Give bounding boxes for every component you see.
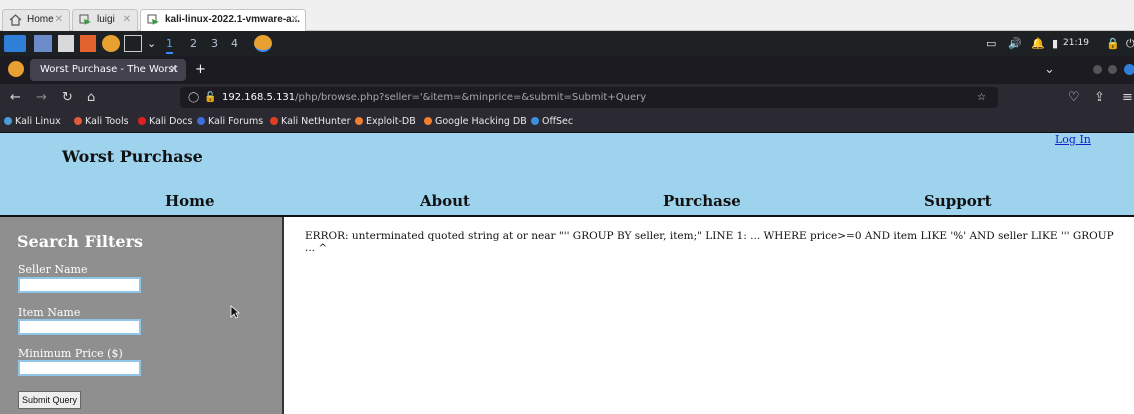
price-label: Minimum Price ($) (18, 347, 123, 360)
close-icon[interactable]: ✕ (123, 10, 131, 30)
bookmark-kali-tools[interactable]: Kali Tools (74, 115, 129, 129)
vmware-tab-strip: Home ✕ luigi ✕ kali-linux-2022.1-vmware-… (0, 0, 1134, 31)
browser-tab-title: Worst Purchase - The Worst (40, 64, 178, 75)
close-icon[interactable]: ✕ (291, 10, 299, 30)
nav-purchase[interactable]: Purchase (663, 192, 741, 210)
insecure-lock-icon[interactable]: 🔓 (204, 87, 216, 108)
bookmark-kali-linux[interactable]: Kali Linux (4, 115, 61, 129)
kali-dragon-icon (4, 117, 12, 125)
display-icon[interactable]: ▭ (986, 35, 996, 52)
nav-support[interactable]: Support (924, 192, 992, 210)
submit-query-button[interactable]: Submit Query (18, 391, 82, 409)
terminal-icon[interactable] (124, 35, 142, 52)
web-page: Worst Purchase Log In Home About Purchas… (0, 133, 1134, 414)
item-input[interactable] (18, 319, 141, 335)
kali-top-panel: ⌄ 1 2 3 4 ▭ 🔊 🔔 ▮ 21:19 🔒 ⏻ (0, 31, 1134, 56)
power-icon[interactable]: ⏻ (1126, 35, 1134, 52)
bookmarks-toolbar: Kali Linux Kali Tools Kali Docs Kali For… (0, 111, 1134, 133)
vm-tab-home[interactable]: Home ✕ (2, 9, 70, 31)
hamburger-menu-icon[interactable]: ≡ (1122, 89, 1133, 106)
file-manager-icon[interactable] (58, 35, 74, 52)
bookmark-google-hacking-db[interactable]: Google Hacking DB (424, 115, 527, 129)
bookmark-kali-nethunter[interactable]: Kali NetHunter (270, 115, 351, 129)
close-tab-icon[interactable]: ✕ (170, 59, 178, 81)
kali-tools-icon (74, 117, 82, 125)
offsec-icon (531, 117, 539, 125)
text-editor-icon[interactable] (80, 35, 96, 52)
mouse-cursor-icon (230, 305, 240, 319)
vm-tab-luigi[interactable]: luigi ✕ (72, 9, 138, 31)
seller-input[interactable] (18, 277, 141, 293)
browser-tab-bar: Worst Purchase - The Worst ✕ + ⌄ (0, 56, 1134, 84)
seller-label: Seller Name (18, 263, 88, 276)
pocket-icon[interactable]: ♡ (1068, 89, 1080, 106)
bookmark-exploit-db[interactable]: Exploit-DB (355, 115, 416, 129)
site-title: Worst Purchase (62, 147, 203, 166)
reload-icon[interactable]: ↻ (62, 89, 73, 106)
nethunter-icon (270, 117, 278, 125)
filters-title: Search Filters (17, 232, 143, 251)
volume-icon[interactable]: 🔊 (1008, 35, 1022, 52)
maximize-icon[interactable] (1108, 65, 1117, 74)
item-label: Item Name (18, 306, 81, 319)
workspace-1[interactable]: 1 (166, 35, 173, 54)
workspace-2[interactable]: 2 (190, 35, 197, 52)
error-caret-line: ... ^ (305, 242, 328, 254)
vm-icon (147, 14, 159, 25)
minimize-icon[interactable] (1093, 65, 1102, 74)
kali-menu-icon[interactable] (4, 35, 26, 52)
bookmark-kali-docs[interactable]: Kali Docs (138, 115, 192, 129)
chevron-down-icon[interactable]: ⌄ (147, 35, 156, 52)
exploit-db-icon (355, 117, 363, 125)
shield-icon[interactable]: ◯ (188, 87, 199, 108)
url-path: /php/browse.php?seller='&item=&minprice=… (295, 92, 647, 103)
vm-tab-label: kali-linux-2022.1-vmware-a... (165, 14, 301, 25)
vm-tab-label: Home (27, 14, 54, 25)
forward-icon[interactable]: → (36, 89, 47, 106)
bookmark-kali-forums[interactable]: Kali Forums (197, 115, 263, 129)
workspace-4[interactable]: 4 (231, 35, 238, 52)
battery-icon: ▮ (1052, 37, 1059, 50)
vm-tab-label: luigi (97, 14, 115, 25)
back-icon[interactable]: ← (10, 89, 21, 106)
close-icon[interactable]: ✕ (55, 10, 63, 30)
firefox-view-icon[interactable] (8, 61, 24, 77)
notification-bell-icon[interactable]: 🔔 (1031, 35, 1045, 52)
site-header: Worst Purchase Log In Home About Purchas… (0, 133, 1134, 215)
bookmark-offsec[interactable]: OffSec (531, 115, 573, 129)
clock[interactable]: 21:19 (1063, 35, 1089, 52)
kali-docs-icon (138, 117, 146, 125)
min-price-input[interactable] (18, 360, 141, 376)
url-bar[interactable]: ◯ 🔓 192.168.5.131/php/browse.php?seller=… (180, 87, 998, 108)
ghdb-icon (424, 117, 432, 125)
workspace-3[interactable]: 3 (211, 35, 218, 52)
firefox-icon[interactable] (102, 35, 120, 52)
browser-nav-bar: ← → ↻ ⌂ ◯ 🔓 192.168.5.131/php/browse.php… (0, 84, 1134, 111)
new-tab-icon[interactable]: + (195, 61, 206, 78)
url-host: 192.168.5.131 (222, 92, 296, 103)
login-link[interactable]: Log In (1055, 133, 1091, 146)
list-tabs-chevron-icon[interactable]: ⌄ (1044, 61, 1055, 78)
kali-forums-icon (197, 117, 205, 125)
error-line: ERROR: unterminated quoted string at or … (305, 230, 1114, 242)
show-desktop-icon[interactable] (34, 35, 52, 52)
vm-tab-kali[interactable]: kali-linux-2022.1-vmware-a... ✕ (140, 9, 306, 31)
home-icon (9, 14, 22, 26)
search-filters-panel: Search Filters Seller Name Item Name Min… (0, 217, 284, 414)
sql-error-message: ERROR: unterminated quoted string at or … (305, 230, 1134, 254)
nav-about[interactable]: About (420, 192, 470, 210)
firefox-window-icon[interactable] (254, 35, 272, 52)
vm-icon (79, 14, 91, 25)
share-icon[interactable]: ⇪ (1094, 89, 1105, 106)
browser-tab-active[interactable]: Worst Purchase - The Worst ✕ (30, 59, 186, 81)
home-icon[interactable]: ⌂ (87, 89, 95, 106)
nav-home[interactable]: Home (165, 192, 215, 210)
lock-icon[interactable]: 🔒 (1106, 35, 1120, 52)
bookmark-star-icon[interactable]: ☆ (977, 87, 986, 108)
close-window-icon[interactable] (1124, 64, 1134, 75)
